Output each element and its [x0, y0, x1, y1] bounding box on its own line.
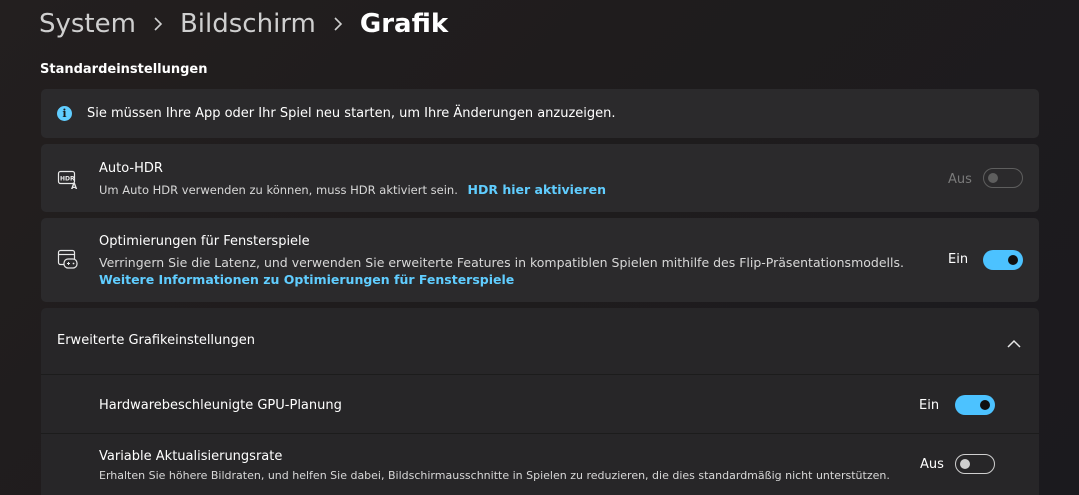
breadcrumb: System Bildschirm Grafik	[39, 4, 448, 44]
auto-hdr-description-text: Um Auto HDR verwenden zu können, muss HD…	[99, 183, 458, 197]
hdr-icon: HDR A	[57, 168, 79, 191]
advanced-graphics-title: Erweiterte Grafikeinstellungen	[57, 333, 256, 348]
variable-refresh-rate-title: Variable Aktualisierungsrate	[99, 449, 283, 464]
toggle-knob	[1008, 255, 1018, 265]
auto-hdr-description: Um Auto HDR verwenden zu können, muss HD…	[99, 182, 606, 197]
auto-hdr-title: Auto-HDR	[99, 161, 163, 176]
chevron-up-icon[interactable]	[1007, 334, 1021, 353]
breadcrumb-system[interactable]: System	[39, 9, 136, 39]
enable-hdr-link[interactable]: HDR hier aktivieren	[468, 182, 606, 197]
window-optimizations-state: Ein	[948, 252, 969, 267]
auto-hdr-toggle[interactable]	[983, 168, 1023, 188]
chevron-right-icon	[333, 17, 343, 31]
info-bar: i Sie müssen Ihre App oder Ihr Spiel neu…	[41, 89, 1039, 138]
window-optimizations-link[interactable]: Weitere Informationen zu Optimierungen f…	[99, 272, 514, 287]
gpu-scheduling-title: Hardwarebeschleunigte GPU-Planung	[99, 398, 342, 413]
section-title: Standardeinstellungen	[40, 62, 208, 77]
chevron-right-icon	[153, 17, 163, 31]
svg-text:A: A	[71, 182, 78, 190]
gpu-scheduling-row: Hardwarebeschleunigte GPU-Planung Ein	[41, 375, 1039, 434]
window-optimizations-toggle[interactable]	[983, 250, 1023, 270]
toggle-knob	[980, 400, 990, 410]
variable-refresh-rate-state: Aus	[920, 457, 944, 472]
toggle-knob	[988, 173, 998, 183]
gpu-scheduling-toggle[interactable]	[955, 395, 995, 415]
breadcrumb-bildschirm[interactable]: Bildschirm	[180, 9, 316, 39]
auto-hdr-card: HDR A Auto-HDR Um Auto HDR verwenden zu …	[41, 144, 1039, 212]
gpu-scheduling-state: Ein	[919, 398, 940, 413]
advanced-graphics-header[interactable]: Erweiterte Grafikeinstellungen	[41, 308, 1039, 375]
advanced-graphics-expander: Erweiterte Grafikeinstellungen Hardwareb…	[41, 308, 1039, 495]
info-icon: i	[57, 106, 72, 121]
variable-refresh-rate-toggle[interactable]	[955, 454, 995, 474]
window-optimizations-description: Verringern Sie die Latenz, und verwenden…	[99, 255, 904, 270]
windowed-game-icon	[57, 249, 79, 271]
variable-refresh-rate-description: Erhalten Sie höhere Bildraten, und helfe…	[99, 469, 890, 482]
toggle-knob	[960, 459, 970, 469]
variable-refresh-rate-row: Variable Aktualisierungsrate Erhalten Si…	[41, 434, 1039, 495]
window-optimizations-card: Optimierungen für Fensterspiele Verringe…	[41, 218, 1039, 302]
auto-hdr-state: Aus	[948, 172, 972, 187]
window-optimizations-title: Optimierungen für Fensterspiele	[99, 234, 310, 249]
page-title: Grafik	[359, 9, 449, 39]
info-text: Sie müssen Ihre App oder Ihr Spiel neu s…	[87, 106, 616, 121]
